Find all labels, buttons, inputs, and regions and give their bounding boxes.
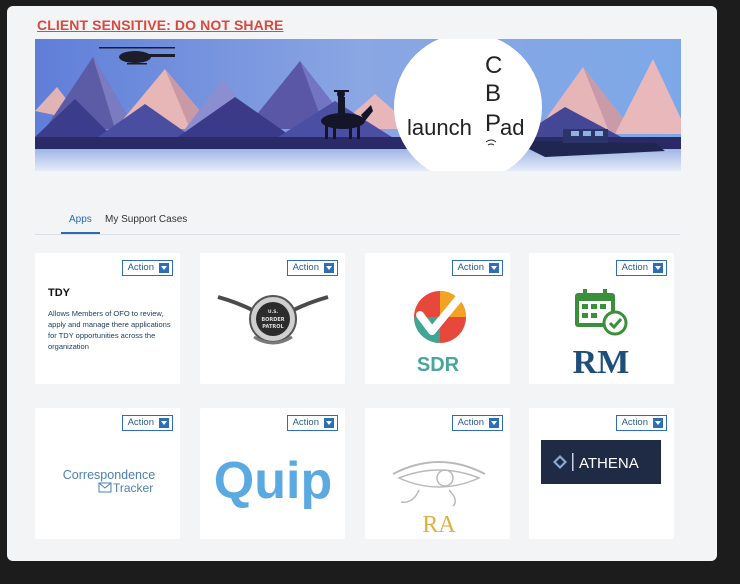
chevron-down-icon — [324, 418, 334, 428]
tab-my-support-cases[interactable]: My Support Cases — [105, 210, 187, 232]
action-button[interactable]: Action — [615, 415, 667, 431]
app-card-border-patrol[interactable]: Action U.S. BORDER PATROL — [200, 253, 345, 384]
logo-letter-b: B — [485, 80, 501, 107]
action-label: Action — [621, 262, 648, 273]
border-patrol-logo: U.S. BORDER PATROL — [217, 295, 329, 345]
ra-text: RA — [422, 512, 456, 536]
action-label: Action — [621, 417, 648, 428]
correspondence-text: Correspondence — [63, 468, 155, 482]
card-title: TDY — [48, 287, 70, 299]
logo-letter-c: C — [485, 52, 502, 79]
card-description: Allows Members of OFO to review, apply a… — [48, 309, 171, 351]
chevron-down-icon — [324, 263, 334, 273]
svg-text:U.S.: U.S. — [268, 309, 279, 315]
action-label: Action — [292, 417, 319, 428]
action-button[interactable]: Action — [451, 260, 503, 276]
app-card-athena[interactable]: Action ATHENA — [529, 408, 674, 539]
action-label: Action — [457, 417, 484, 428]
launchpad-text: launch — [407, 115, 472, 140]
chevron-down-icon — [653, 263, 663, 273]
action-button[interactable]: Action — [615, 260, 667, 276]
sensitivity-warning: CLIENT SENSITIVE: DO NOT SHARE — [37, 17, 284, 33]
sdr-logo: SDR — [414, 291, 466, 376]
action-button[interactable]: Action — [121, 415, 173, 431]
chevron-down-icon — [653, 418, 663, 428]
chevron-down-icon — [489, 418, 499, 428]
quip-logo: Quip — [214, 452, 332, 510]
quip-text: Quip — [214, 452, 332, 510]
chevron-down-icon — [159, 418, 169, 428]
action-button[interactable]: Action — [286, 260, 338, 276]
app-card-quip[interactable]: Action Quip — [200, 408, 345, 539]
app-card-sdr[interactable]: Action SDR — [365, 253, 510, 384]
action-button[interactable]: Action — [451, 415, 503, 431]
pad-text: ad — [500, 115, 524, 140]
chevron-down-icon — [489, 263, 499, 273]
action-label: Action — [292, 262, 319, 273]
hero-banner: launch C B P ad — [35, 39, 681, 171]
app-card-ra[interactable]: Action RA — [365, 408, 510, 539]
app-window: CLIENT SENSITIVE: DO NOT SHARE launch C … — [7, 6, 717, 561]
hero-illustration: launch C B P ad — [35, 39, 681, 171]
tab-apps[interactable]: Apps — [61, 210, 100, 234]
svg-text:BORDER: BORDER — [261, 317, 284, 323]
correspondence-tracker-logo: Correspondence Tracker — [63, 468, 155, 495]
rm-logo: RM — [573, 289, 630, 377]
action-label: Action — [127, 417, 154, 428]
action-label: Action — [127, 262, 154, 273]
tracker-text: Tracker — [113, 481, 153, 495]
svg-text:PATROL: PATROL — [262, 324, 284, 330]
athena-text: ATHENA — [579, 455, 639, 472]
ra-logo: RA — [392, 461, 486, 536]
app-card-correspondence-tracker[interactable]: Action Correspondence Tracker — [35, 408, 180, 539]
athena-logo: ATHENA — [541, 440, 661, 484]
app-card-tdy[interactable]: Action TDY Allows Members of OFO to revi… — [35, 253, 180, 384]
chevron-down-icon — [159, 263, 169, 273]
app-card-rm[interactable]: Action RM — [529, 253, 674, 384]
logo-letter-p: P — [485, 110, 501, 137]
action-button[interactable]: Action — [121, 260, 173, 276]
sdr-text: SDR — [417, 354, 460, 376]
rm-text: RM — [573, 344, 630, 377]
action-button[interactable]: Action — [286, 415, 338, 431]
action-label: Action — [457, 262, 484, 273]
tab-bar: Apps My Support Cases — [35, 210, 680, 235]
